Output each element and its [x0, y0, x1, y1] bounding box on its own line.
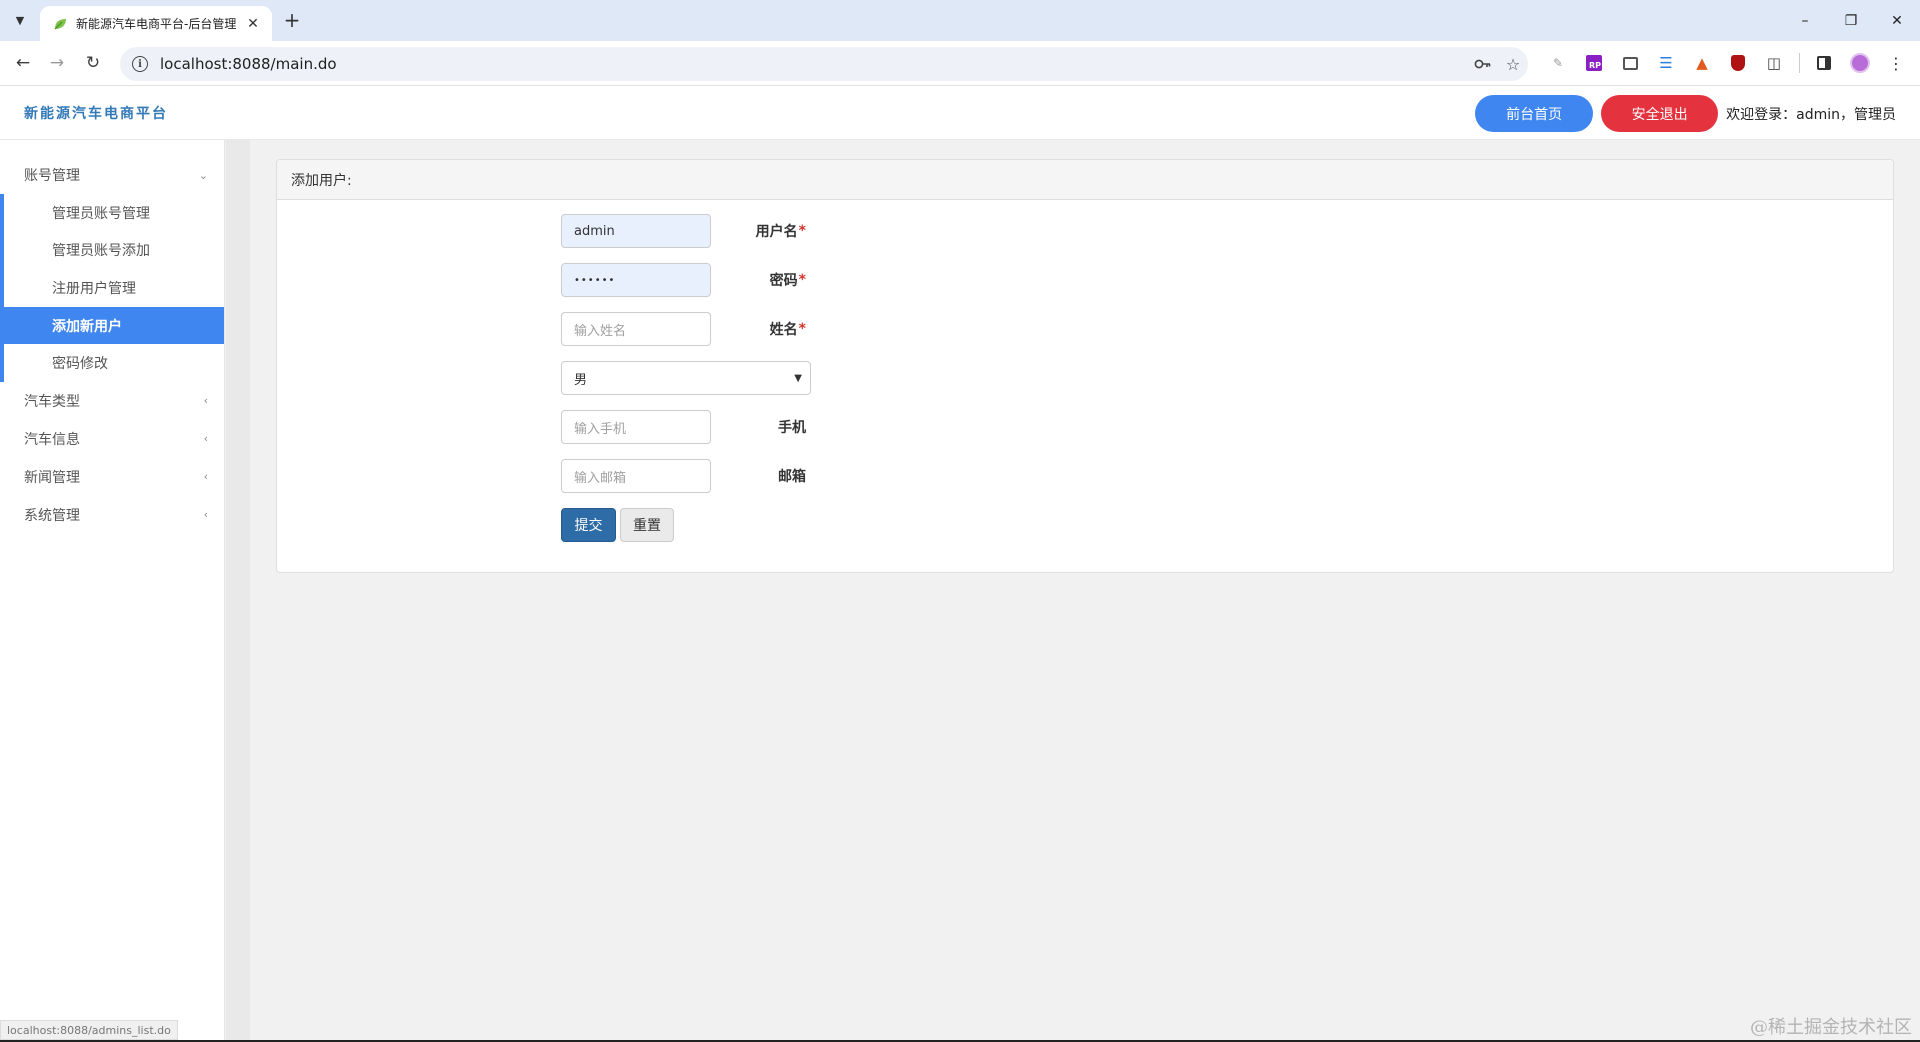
- browser-tab-strip: ▼ 新能源汽车电商平台-后台管理 ✕ + – ❐ ✕: [0, 0, 1920, 41]
- leaf-favicon-icon: [52, 16, 68, 32]
- sidebar-group-news[interactable]: 新闻管理 ‹: [0, 458, 224, 496]
- browser-toolbar: ← → ↻ i localhost:8088/main.do ☆ ✎ RP ☰ …: [0, 41, 1920, 86]
- sidebar-group-label: 汽车类型: [24, 393, 80, 410]
- password-key-icon[interactable]: [1468, 49, 1498, 79]
- extension-cursor-icon[interactable]: ✎: [1540, 50, 1576, 76]
- sidebar-group-car-types[interactable]: 汽车类型 ‹: [0, 382, 224, 420]
- sidebar-submenu-accounts: 管理员账号管理 管理员账号添加 注册用户管理 添加新用户 密码修改: [0, 194, 224, 382]
- address-bar[interactable]: i localhost:8088/main.do ☆: [120, 47, 1528, 81]
- form-row-password: 密码 * ••••••: [277, 263, 1893, 297]
- sidebar-group-label: 账号管理: [24, 168, 80, 184]
- minimize-icon[interactable]: –: [1782, 0, 1828, 41]
- name-input[interactable]: 输入姓名: [561, 312, 711, 346]
- sidebar-item-admin-add[interactable]: 管理员账号添加: [4, 232, 224, 270]
- window-close-icon[interactable]: ✕: [1874, 0, 1920, 41]
- reset-button[interactable]: 重置: [620, 508, 674, 542]
- tab-title: 新能源汽车电商平台-后台管理: [76, 17, 237, 31]
- password-input[interactable]: ••••••: [561, 263, 711, 297]
- extension-grid-icon[interactable]: [1612, 50, 1648, 76]
- extension-shield-icon[interactable]: [1720, 50, 1756, 76]
- form-row-phone: 手机 输入手机: [277, 410, 1893, 444]
- content-gutter: [226, 140, 250, 1042]
- extensions-puzzle-icon[interactable]: ◫: [1756, 50, 1792, 76]
- chevron-left-icon: ‹: [203, 394, 208, 408]
- sidebar-item-user-manage[interactable]: 注册用户管理: [4, 269, 224, 307]
- app-header: 新能源汽车电商平台 前台首页 安全退出 欢迎登录：admin，管理员: [0, 86, 1920, 140]
- browser-menu-icon[interactable]: ⋮: [1878, 50, 1914, 76]
- chevron-left-icon: ‹: [203, 508, 208, 522]
- select-chevron-down-icon: ▼: [794, 372, 802, 384]
- form-row-username: 用户名 * admin: [277, 214, 1893, 248]
- sidebar-group-system[interactable]: 系统管理 ‹: [0, 496, 224, 534]
- welcome-text: 欢迎登录：admin，管理员: [1726, 106, 1896, 123]
- back-arrow-icon[interactable]: ←: [10, 50, 36, 76]
- sidebar-group-accounts[interactable]: 账号管理 ⌄: [0, 156, 224, 194]
- sidebar-group-label: 汽车信息: [24, 431, 80, 448]
- toolbar-divider: [1792, 50, 1806, 76]
- sidebar-group-car-info[interactable]: 汽车信息 ‹: [0, 420, 224, 458]
- username-input[interactable]: admin: [561, 214, 711, 248]
- bookmark-star-icon[interactable]: ☆: [1498, 49, 1528, 79]
- address-url[interactable]: localhost:8088/main.do: [160, 55, 1468, 73]
- username-label: 用户名 *: [755, 223, 806, 240]
- extension-layers-icon[interactable]: ☰: [1648, 50, 1684, 76]
- sidebar: 账号管理 ⌄ 管理员账号管理 管理员账号添加 注册用户管理 添加新用户 密码修改…: [0, 140, 225, 1042]
- sidebar-group-label: 系统管理: [24, 507, 80, 524]
- panel-title: 添加用户:: [277, 160, 1893, 200]
- form-row-name: 姓名 * 输入姓名: [277, 312, 1893, 346]
- form-row-gender: 性别 男 ▼: [277, 361, 1893, 395]
- chevron-left-icon: ‹: [203, 432, 208, 446]
- gender-select[interactable]: 男 ▼: [561, 361, 811, 395]
- form-row-actions: 提交 重置: [277, 508, 1893, 542]
- name-label: 姓名 *: [769, 321, 806, 338]
- browser-tab-active[interactable]: 新能源汽车电商平台-后台管理 ✕: [40, 6, 272, 41]
- submit-button[interactable]: 提交: [561, 508, 616, 542]
- phone-input[interactable]: 输入手机: [561, 410, 711, 444]
- form-row-email: 邮箱 输入邮箱: [277, 459, 1893, 493]
- sidebar-item-change-password[interactable]: 密码修改: [4, 344, 224, 382]
- restore-icon[interactable]: ❐: [1828, 0, 1874, 41]
- side-panel-icon[interactable]: [1806, 50, 1842, 76]
- tab-search-chevron-icon[interactable]: ▼: [8, 8, 32, 32]
- sidebar-item-admin-manage[interactable]: 管理员账号管理: [4, 194, 224, 232]
- email-input[interactable]: 输入邮箱: [561, 459, 711, 493]
- chevron-left-icon: ‹: [203, 470, 208, 484]
- email-label: 邮箱: [778, 469, 806, 485]
- profile-avatar-icon[interactable]: [1842, 50, 1878, 76]
- password-label: 密码 *: [769, 272, 806, 289]
- gender-select-value: 男: [574, 372, 588, 388]
- chevron-down-icon: ⌄: [198, 168, 208, 182]
- logout-button[interactable]: 安全退出: [1601, 95, 1719, 132]
- extensions-row: ✎ RP ☰ ▲ ◫ ⋮: [1540, 50, 1914, 76]
- sidebar-item-add-user[interactable]: 添加新用户: [4, 306, 224, 345]
- add-user-panel: 添加用户: 用户名* admin 密码* •••••• 姓名* 输入姓名 性别 …: [276, 159, 1894, 573]
- site-info-icon[interactable]: i: [132, 56, 148, 72]
- front-page-button[interactable]: 前台首页: [1475, 95, 1594, 132]
- forward-arrow-icon[interactable]: →: [44, 50, 70, 76]
- header-actions: 前台首页 安全退出 欢迎登录：admin，管理员: [1475, 95, 1896, 132]
- window-controls: – ❐ ✕: [1782, 0, 1920, 41]
- new-tab-plus-icon[interactable]: +: [280, 8, 304, 32]
- watermark: @稀土掘金技术社区: [1750, 1017, 1912, 1038]
- tab-close-icon[interactable]: ✕: [244, 15, 262, 33]
- extension-warning-icon[interactable]: ▲: [1684, 50, 1720, 76]
- phone-label: 手机: [778, 420, 806, 436]
- sidebar-group-label: 新闻管理: [24, 469, 80, 486]
- brand-title[interactable]: 新能源汽车电商平台: [24, 103, 168, 123]
- extension-rp-icon[interactable]: RP: [1576, 50, 1612, 76]
- status-bar-url: localhost:8088/admins_list.do: [0, 1020, 178, 1040]
- reload-icon[interactable]: ↻: [80, 50, 106, 76]
